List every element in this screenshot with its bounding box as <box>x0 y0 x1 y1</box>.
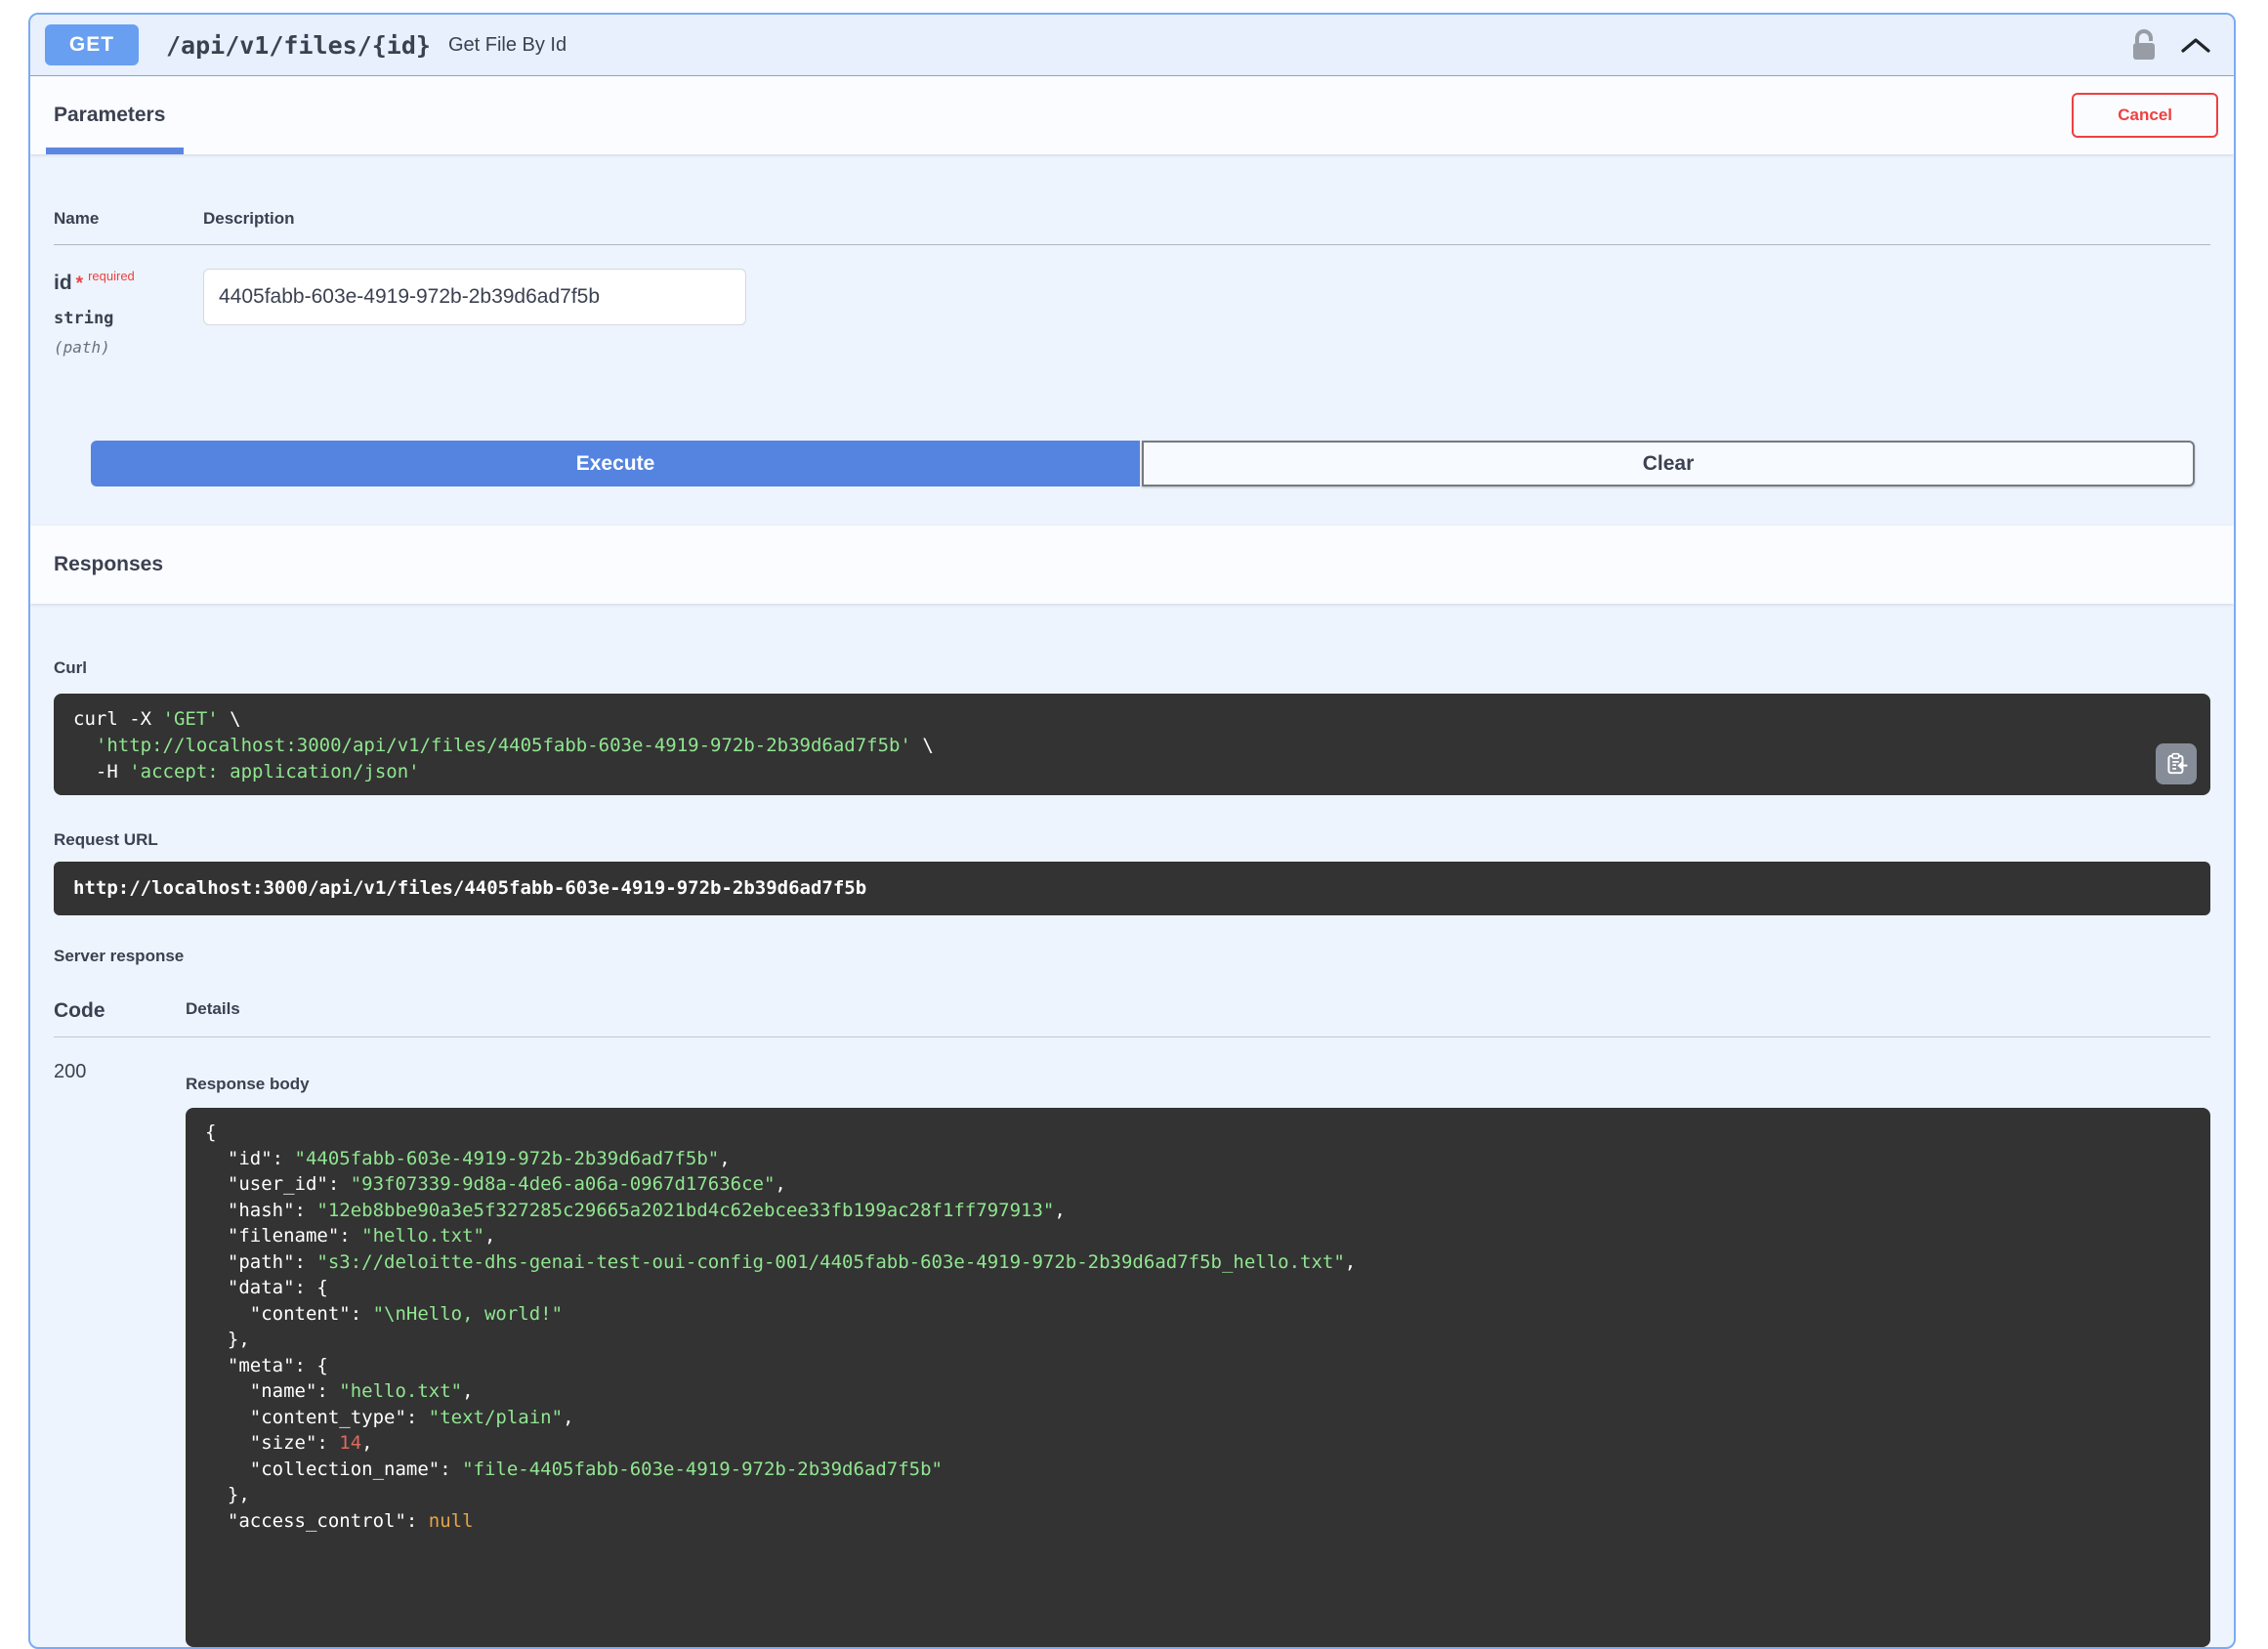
name-column-header: Name <box>54 209 100 228</box>
parameters-section-header: Parameters Cancel <box>30 76 2234 154</box>
response-details-cell: Response body { "id": "4405fabb-603e-491… <box>186 1061 2210 1647</box>
description-column-header: Description <box>203 209 295 228</box>
active-tab-indicator <box>46 148 184 154</box>
responses-section-header: Responses <box>30 526 2234 604</box>
authorize-button[interactable] <box>2128 27 2160 63</box>
parameters-title: Parameters <box>54 104 166 126</box>
execute-button[interactable]: Execute <box>91 441 1140 486</box>
unlock-icon <box>2133 29 2155 60</box>
curl-label: Curl <box>54 658 87 677</box>
cancel-button[interactable]: Cancel <box>2072 93 2218 138</box>
status-code: 200 <box>54 1061 87 1082</box>
operation-header[interactable]: GET /api/v1/files/{id} Get File By Id <box>30 15 2234 76</box>
server-response-row: 200 Response body { "id": "4405fabb-603e… <box>54 1037 2210 1647</box>
parameter-name: id * required <box>54 269 135 294</box>
required-label: required <box>88 269 135 283</box>
endpoint-path: /api/v1/files/{id} <box>166 30 431 60</box>
collapse-button[interactable] <box>2179 36 2212 54</box>
response-body-label: Response body <box>186 1075 310 1093</box>
server-response-label: Server response <box>54 947 185 965</box>
method-badge: GET <box>45 24 139 65</box>
curl-code-block: curl -X 'GET' \ 'http://localhost:3000/a… <box>54 694 2210 795</box>
parameters-area: Name Description id * required string (pat… <box>30 154 2234 486</box>
clear-button[interactable]: Clear <box>1142 441 2195 486</box>
operation-block-get: GET /api/v1/files/{id} Get File By Id Pa… <box>28 13 2236 1649</box>
responses-title: Responses <box>54 553 164 575</box>
details-column-header: Details <box>186 999 240 1018</box>
parameter-row: id * required string (path) <box>54 245 2210 357</box>
response-body-code-block: { "id": "4405fabb-603e-4919-972b-2b39d6a… <box>186 1108 2210 1647</box>
curl-code-lines: curl -X 'GET' \ 'http://localhost:3000/a… <box>73 708 934 782</box>
parameter-location: (path) <box>54 338 110 357</box>
request-url-value: http://localhost:3000/api/v1/files/4405f… <box>54 862 2210 915</box>
parameter-name-cell: id * required string (path) <box>54 269 203 357</box>
chevron-up-icon <box>2181 38 2210 53</box>
required-star: * <box>75 274 84 294</box>
parameter-type: string <box>54 309 114 328</box>
code-column-header: Code <box>54 999 105 1022</box>
responses-area: Curl curl -X 'GET' \ 'http://localhost:3… <box>30 604 2234 1647</box>
endpoint-summary: Get File By Id <box>447 33 567 56</box>
copy-to-clipboard-button[interactable] <box>2156 743 2197 784</box>
server-response-table-header: Code Details <box>54 999 2210 1037</box>
parameters-table-header: Name Description <box>54 209 2210 245</box>
parameter-description-cell <box>203 269 2210 357</box>
parameter-id-input[interactable] <box>203 269 746 325</box>
request-url-label: Request URL <box>54 830 158 849</box>
execute-row: Execute Clear <box>91 441 2195 486</box>
clipboard-copy-icon <box>2167 752 2188 775</box>
